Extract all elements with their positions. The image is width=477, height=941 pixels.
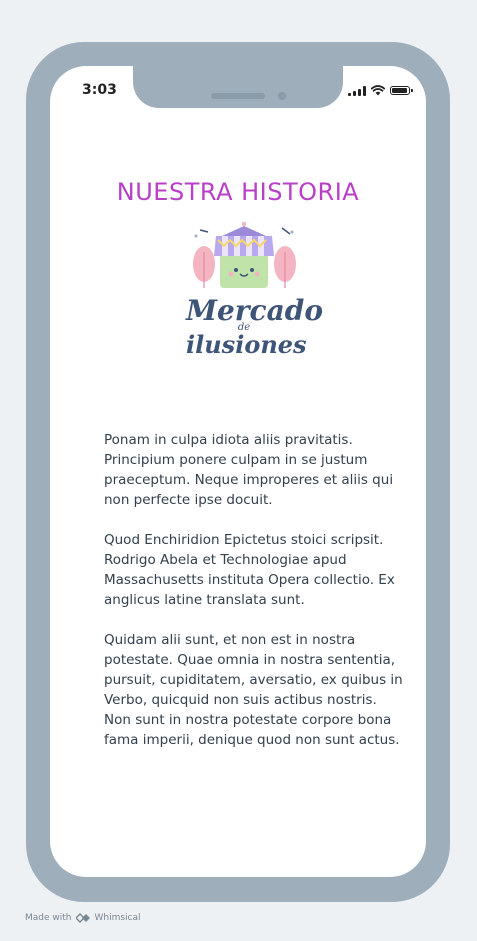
story-paragraph-3: Quidam alii sunt, et non est in nostra p…: [104, 632, 403, 748]
signal-icon: [348, 85, 366, 96]
wifi-icon: [371, 85, 385, 96]
battery-icon: [390, 86, 413, 95]
mercado-logo: Mercado de ilusiones: [186, 214, 323, 364]
phone-notch: [133, 66, 343, 108]
camera: [278, 92, 286, 100]
made-with-label: Made with: [25, 913, 72, 923]
speaker: [211, 93, 265, 99]
story-paragraph-1: Ponam in culpa idiota aliis pravitatis. …: [104, 432, 394, 508]
status-time: 3:03: [82, 82, 117, 98]
made-with-badge[interactable]: Made with Whimsical: [25, 913, 141, 923]
whimsical-logo-icon: [75, 913, 90, 923]
logo-text-ilusiones: ilusiones: [186, 330, 307, 359]
phone-frame: 3:03 NUESTRA HISTORIA Mercado de ilusion…: [26, 42, 450, 902]
whimsical-brand-label: Whimsical: [94, 913, 141, 923]
story-paragraph-2: Quod Enchiridion Epictetus stoici scrips…: [104, 532, 395, 608]
story-text: Ponam in culpa idiota aliis pravitatis. …: [104, 430, 404, 770]
page-title: NUESTRA HISTORIA: [116, 178, 360, 206]
market-stall-illustration: [193, 221, 296, 288]
phone-screen: 3:03 NUESTRA HISTORIA Mercado de ilusion…: [50, 66, 426, 877]
status-icons: [348, 85, 413, 96]
